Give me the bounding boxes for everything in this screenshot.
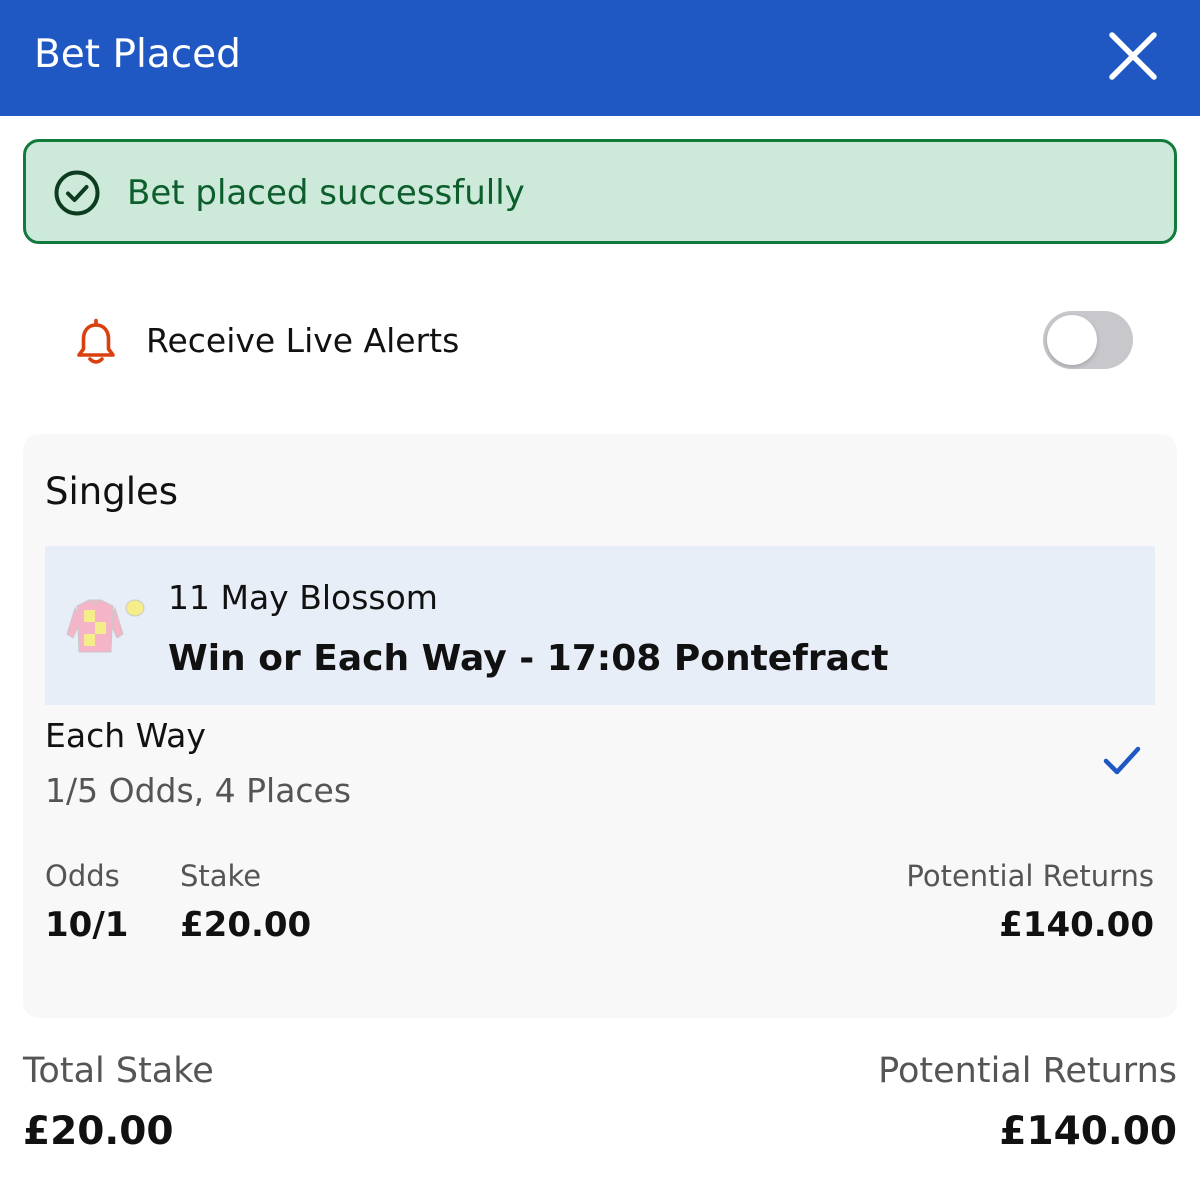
close-button[interactable] [1102, 25, 1164, 87]
total-stake-label: Total Stake [23, 1051, 214, 1091]
live-alerts-toggle[interactable] [1043, 311, 1133, 369]
close-icon [1109, 32, 1157, 80]
total-stake-value: £20.00 [23, 1109, 174, 1154]
odds-label: Odds [45, 859, 120, 893]
market-name: Win or Each Way - 17:08 Pontefract [168, 638, 889, 679]
potential-returns-label: Potential Returns [906, 859, 1154, 893]
live-alerts-row: Receive Live Alerts [0, 300, 1200, 384]
bell-icon [77, 318, 115, 364]
singles-heading: Singles [45, 470, 179, 513]
header-bar: Bet Placed [0, 0, 1200, 116]
stake-label: Stake [180, 859, 262, 893]
odds-value: 10/1 [45, 905, 129, 945]
success-banner: Bet placed successfully [23, 139, 1177, 244]
live-alerts-label: Receive Live Alerts [146, 321, 460, 360]
checkmark-icon[interactable] [1101, 739, 1143, 781]
selection-panel: 11 May Blossom Win or Each Way - 17:08 P… [45, 546, 1155, 705]
page-title: Bet Placed [34, 32, 241, 77]
toggle-knob [1047, 315, 1097, 365]
stake-value: £20.00 [180, 905, 312, 945]
check-circle-icon [54, 170, 100, 216]
singles-card: Singles 11 May Blossom Win or Each Way -… [23, 434, 1177, 1018]
each-way-label: Each Way [45, 716, 206, 755]
total-returns-value: £140.00 [999, 1109, 1177, 1154]
each-way-terms: 1/5 Odds, 4 Places [45, 771, 352, 810]
jockey-silks-icon [66, 599, 145, 653]
potential-returns-value: £140.00 [999, 905, 1154, 945]
success-message: Bet placed successfully [127, 173, 525, 213]
total-returns-label: Potential Returns [878, 1051, 1177, 1091]
selection-name: 11 May Blossom [168, 578, 438, 617]
